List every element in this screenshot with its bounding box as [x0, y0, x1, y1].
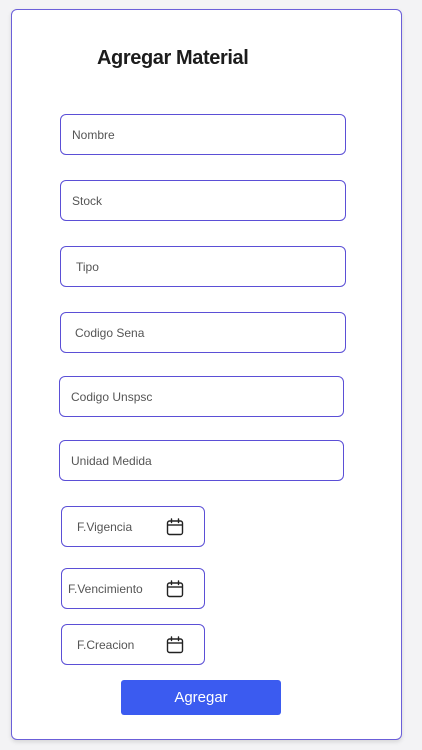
nombre-field[interactable]: Nombre	[60, 114, 346, 155]
unidad-medida-placeholder: Unidad Medida	[71, 453, 152, 468]
f-vigencia-field[interactable]: F.Vigencia	[61, 506, 205, 547]
codigo-sena-field[interactable]: Codigo Sena	[60, 312, 346, 353]
unidad-medida-field[interactable]: Unidad Medida	[59, 440, 344, 481]
page-title: Agregar Material	[97, 47, 249, 69]
calendar-icon[interactable]	[166, 635, 184, 654]
f-vencimiento-placeholder: F.Vencimiento	[68, 581, 143, 596]
calendar-icon[interactable]	[166, 517, 184, 536]
f-vencimiento-field[interactable]: F.Vencimiento	[61, 568, 205, 609]
nombre-placeholder: Nombre	[72, 127, 115, 142]
tipo-field[interactable]: Tipo	[60, 246, 346, 287]
agregar-button[interactable]: Agregar	[121, 680, 281, 715]
codigo-sena-placeholder: Codigo Sena	[75, 325, 145, 340]
f-vigencia-placeholder: F.Vigencia	[77, 519, 133, 534]
f-creacion-placeholder: F.Creacion	[77, 637, 135, 652]
stock-field[interactable]: Stock	[60, 180, 346, 221]
codigo-unspsc-field[interactable]: Codigo Unspsc	[59, 376, 344, 417]
codigo-unspsc-placeholder: Codigo Unspsc	[71, 389, 153, 404]
f-creacion-field[interactable]: F.Creacion	[61, 624, 205, 665]
tipo-placeholder: Tipo	[76, 259, 99, 274]
stock-placeholder: Stock	[72, 193, 103, 208]
calendar-icon[interactable]	[166, 579, 184, 598]
